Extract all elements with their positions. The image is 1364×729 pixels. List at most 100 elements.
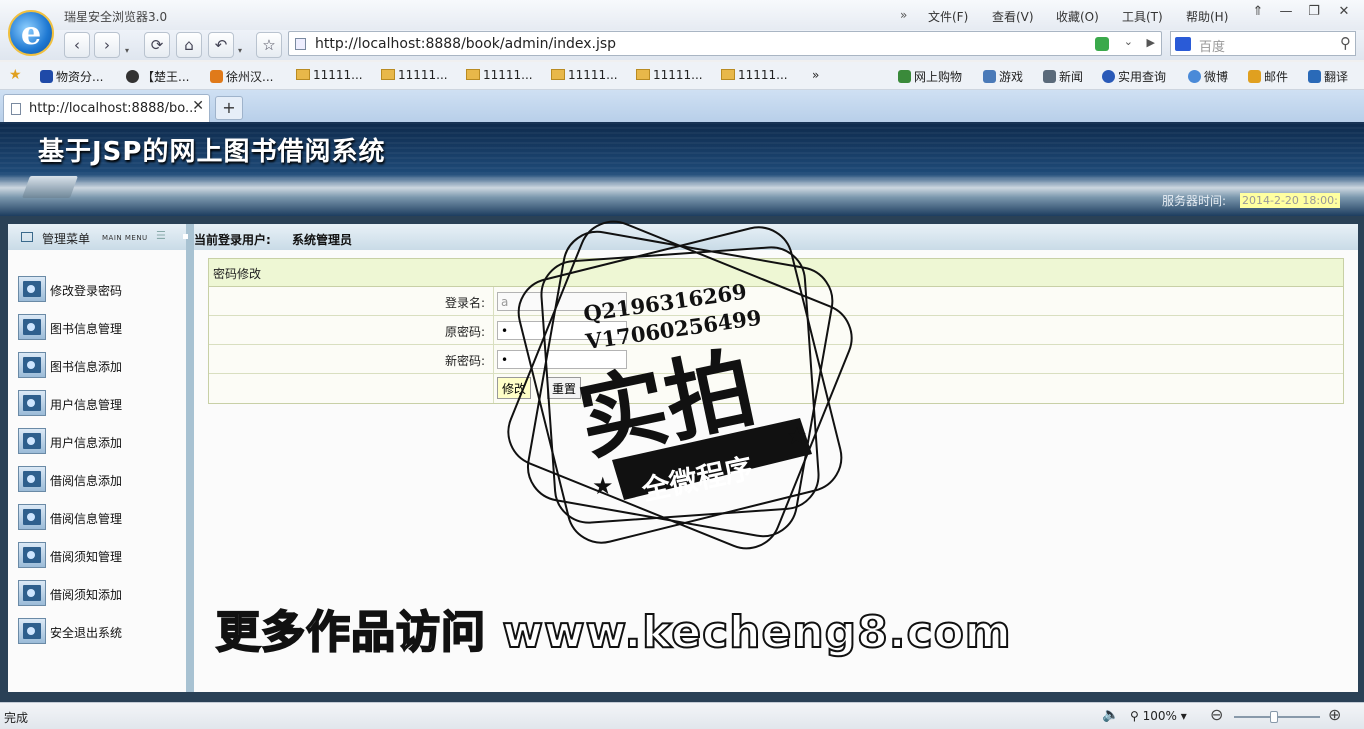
menu-tools[interactable]: 工具(T) — [1122, 8, 1163, 25]
address-bar[interactable]: http://localhost:8888/book/admin/index.j… — [288, 31, 1162, 56]
quick-link[interactable]: 新闻 — [1043, 68, 1083, 85]
menu-more-chevron[interactable]: » — [900, 8, 907, 22]
zoom-slider-handle[interactable] — [1270, 711, 1278, 723]
folder-icon — [296, 69, 310, 80]
sidebar-item-change-password[interactable]: 修改登录密码 — [18, 276, 178, 304]
sidebar-item-user-add[interactable]: 用户信息添加 — [18, 428, 178, 456]
skin-icon[interactable]: ⇑ — [1246, 2, 1270, 22]
browser-title-bar: 瑞星安全浏览器3.0 » 文件(F) 查看(V) 收藏(O) 工具(T) 帮助(… — [0, 0, 1364, 30]
tab-active[interactable]: http://localhost:8888/bo... ✕ — [3, 94, 210, 122]
bookmark-item[interactable]: 徐州汉... — [210, 68, 273, 85]
zoom-out-icon[interactable]: ⊖ — [1210, 705, 1223, 724]
menu-file[interactable]: 文件(F) — [928, 8, 968, 25]
login-user-label: 当前登录用户: — [194, 233, 271, 247]
undo-dropdown-icon[interactable]: ▾ — [238, 46, 242, 55]
refresh-button[interactable]: ⟳ — [144, 32, 170, 58]
address-url[interactable]: http://localhost:8888/book/admin/index.j… — [315, 36, 616, 52]
security-shield-icon[interactable] — [1095, 37, 1109, 51]
page-icon — [11, 103, 21, 115]
news-icon — [1043, 70, 1056, 83]
undo-close-button[interactable]: ↶ — [208, 32, 234, 58]
sidebar-item-book-add[interactable]: 图书信息添加 — [18, 352, 178, 380]
tab-close-icon[interactable]: ✕ — [192, 98, 204, 114]
menu-item-icon — [18, 618, 46, 644]
bookmark-folder[interactable]: 11111... — [636, 68, 703, 82]
sidebar-item-borrow-add[interactable]: 借阅信息添加 — [18, 466, 178, 494]
old-password-label: 原密码: — [444, 325, 485, 339]
quick-link[interactable]: 翻译 — [1308, 68, 1348, 85]
forward-button[interactable]: › — [94, 32, 120, 58]
menu-item-icon — [18, 352, 46, 378]
menu-title-en: MAIN MENU — [102, 234, 148, 242]
page-icon — [295, 38, 306, 50]
go-icon[interactable]: ▶ — [1147, 36, 1155, 49]
bookmark-folder[interactable]: 11111... — [551, 68, 618, 82]
bookmarks-bar: ★ 物资分... 【楚王... 徐州汉... 11111... 11111...… — [0, 62, 1364, 90]
bookmark-item[interactable]: 【楚王... — [126, 68, 189, 85]
favorites-star-icon[interactable]: ★ — [9, 67, 22, 83]
search-icon[interactable]: ⚲ — [1340, 34, 1351, 52]
folder-icon — [551, 69, 565, 80]
address-dropdown-icon[interactable]: ⌄ — [1124, 35, 1133, 48]
back-button[interactable]: ‹ — [64, 32, 90, 58]
quick-link[interactable]: 微博 — [1188, 68, 1228, 85]
sidebar-item-borrow-manage[interactable]: 借阅信息管理 — [18, 504, 178, 532]
bookmark-folder[interactable]: 11111... — [296, 68, 363, 82]
sidebar-splitter[interactable] — [186, 224, 194, 692]
menu-view[interactable]: 查看(V) — [992, 8, 1034, 25]
bookmark-folder[interactable]: 11111... — [721, 68, 788, 82]
zoom-level[interactable]: ⚲ 100% ▾ — [1130, 709, 1187, 723]
speaker-icon[interactable]: 🔈 — [1102, 707, 1119, 723]
search-icon — [1102, 70, 1115, 83]
menu-title: 管理菜单 — [42, 232, 91, 246]
menu-lines-icon: ☰ — [156, 229, 166, 242]
search-placeholder[interactable]: 百度 — [1199, 36, 1225, 55]
bookmark-folder[interactable]: 11111... — [381, 68, 448, 82]
menu-item-icon — [18, 276, 46, 302]
zoom-in-icon[interactable]: ⊕ — [1328, 705, 1341, 724]
search-box[interactable]: 百度 ⚲ — [1170, 31, 1356, 56]
server-time-value: 2014-2-20 18:00: — [1240, 193, 1340, 208]
bullet-icon — [183, 234, 188, 239]
folder-icon — [381, 69, 395, 80]
tab-title[interactable]: http://localhost:8888/bo... — [29, 101, 197, 116]
fox-icon — [210, 70, 223, 83]
folder-icon — [466, 69, 480, 80]
menu-icon — [21, 232, 33, 242]
translate-icon — [1308, 70, 1321, 83]
quick-link[interactable]: 游戏 — [983, 68, 1023, 85]
folder-icon — [636, 69, 650, 80]
forward-dropdown-icon[interactable]: ▾ — [125, 46, 129, 55]
quick-link[interactable]: 实用查询 — [1102, 68, 1166, 85]
username-label: 登录名: — [444, 296, 485, 310]
monitor-icon — [21, 176, 79, 198]
bookmarks-more-chevron[interactable]: » — [812, 68, 819, 82]
home-button[interactable]: ⌂ — [176, 32, 202, 58]
sidebar-item-logout[interactable]: 安全退出系统 — [18, 618, 178, 646]
baidu-icon[interactable] — [1175, 37, 1191, 51]
folder-icon — [721, 69, 735, 80]
system-title: 基于JSP的网上图书借阅系统 — [38, 137, 386, 167]
status-bar: 完成 🔈 ⚲ 100% ▾ ⊖ ⊕ — [0, 702, 1364, 729]
sidebar-item-book-manage[interactable]: 图书信息管理 — [18, 314, 178, 342]
menu-help[interactable]: 帮助(H) — [1186, 8, 1228, 25]
sidebar-item-notice-add[interactable]: 借阅须知添加 — [18, 580, 178, 608]
watermark-text: 更多作品访问 www.kecheng8.com — [215, 606, 1012, 659]
bookmark-item[interactable]: 物资分... — [40, 68, 103, 85]
quick-link[interactable]: 邮件 — [1248, 68, 1288, 85]
maximize-button[interactable]: ❐ — [1302, 2, 1326, 22]
bookmark-folder[interactable]: 11111... — [466, 68, 533, 82]
add-favorite-button[interactable]: ☆ — [256, 32, 282, 58]
star-icon: ★ — [786, 422, 808, 450]
new-tab-button[interactable]: + — [215, 96, 243, 120]
menu-favorites[interactable]: 收藏(O) — [1056, 8, 1099, 25]
sidebar-item-notice-manage[interactable]: 借阅须知管理 — [18, 542, 178, 570]
menu-item-icon — [18, 466, 46, 492]
sidebar-item-user-manage[interactable]: 用户信息管理 — [18, 390, 178, 418]
chrome-icon — [126, 70, 139, 83]
minimize-button[interactable]: — — [1274, 2, 1298, 22]
quick-link[interactable]: 网上购物 — [898, 68, 962, 85]
close-window-button[interactable]: ✕ — [1332, 2, 1356, 22]
menu-item-icon — [18, 542, 46, 568]
tab-bar: http://localhost:8888/bo... ✕ + — [0, 90, 1364, 122]
